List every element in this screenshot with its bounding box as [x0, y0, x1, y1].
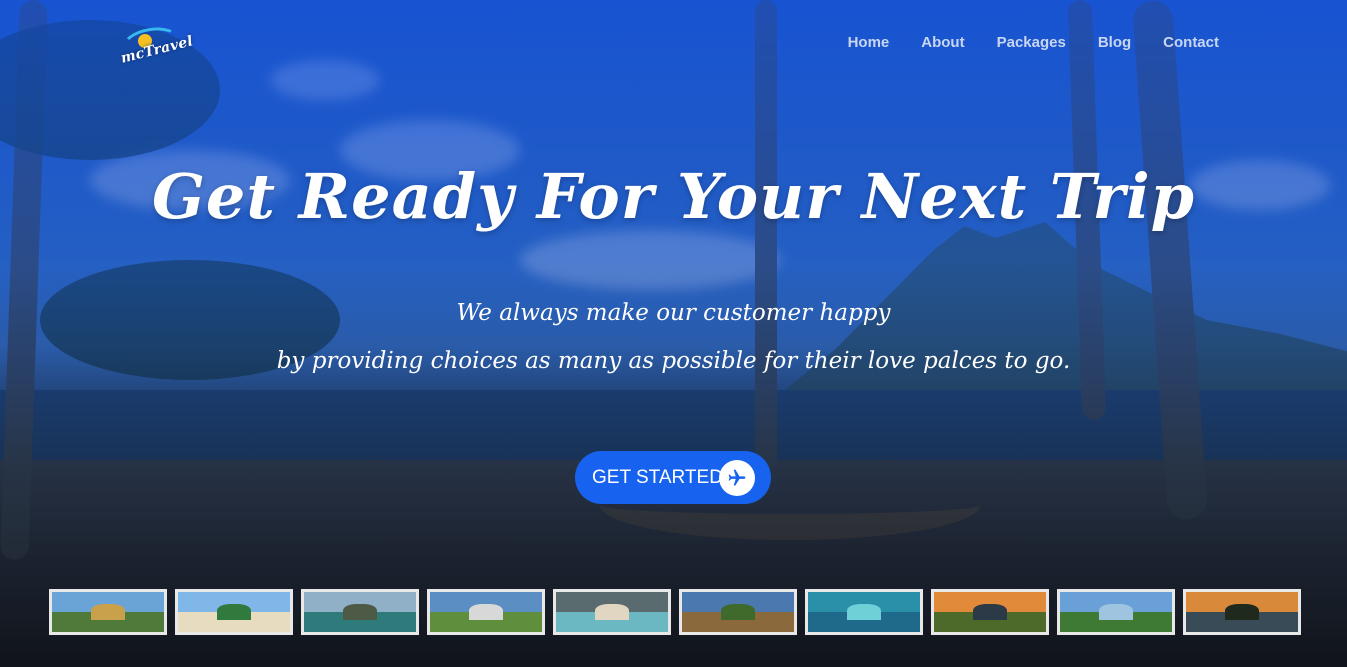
hero-title: Get Ready For Your Next Trip — [151, 160, 1195, 233]
thumbnail-feature — [1225, 604, 1259, 620]
nav-home[interactable]: Home — [848, 34, 890, 51]
get-started-button[interactable]: GET STARTED — [575, 451, 771, 504]
blue-overlay — [0, 0, 1347, 667]
hero-subtitle-line2: by providing choices as many as possible… — [276, 348, 1071, 374]
thumbnail-feature — [721, 604, 755, 620]
nav-about[interactable]: About — [921, 34, 964, 51]
thumbnail-feature — [217, 604, 251, 620]
thumbnail-lagoon-cliffs[interactable] — [301, 589, 419, 635]
thumbnail-chocolate-hills[interactable] — [679, 589, 797, 635]
thumbnail-beach-umbrellas[interactable] — [175, 589, 293, 635]
thumbnail-feature — [343, 604, 377, 620]
hero-background — [0, 0, 1347, 667]
get-started-label: GET STARTED — [592, 466, 723, 488]
airplane-icon — [719, 460, 755, 496]
thumbnail-island-cove[interactable] — [553, 589, 671, 635]
destination-thumbnails — [49, 589, 1301, 635]
nav-contact[interactable]: Contact — [1163, 34, 1219, 51]
thumbnail-sunset-shore[interactable] — [1183, 589, 1301, 635]
thumbnail-reef-aerial[interactable] — [805, 589, 923, 635]
hero-subtitle-line1: We always make our customer happy — [456, 300, 891, 326]
brand-logo[interactable]: mcTravel — [116, 23, 195, 68]
thumbnail-feature — [91, 604, 125, 620]
thumbnail-lighthouse[interactable] — [427, 589, 545, 635]
thumbnail-volcano-sunset[interactable] — [931, 589, 1049, 635]
thumbnail-feature — [847, 604, 881, 620]
thumbnail-feature — [973, 604, 1007, 620]
main-nav: Home About Packages Blog Contact — [848, 34, 1219, 51]
thumbnail-rice-terraces[interactable] — [49, 589, 167, 635]
thumbnail-feature — [469, 604, 503, 620]
nav-packages[interactable]: Packages — [997, 34, 1066, 51]
thumbnail-hill-view[interactable] — [1057, 589, 1175, 635]
thumbnail-feature — [1099, 604, 1133, 620]
thumbnail-feature — [595, 604, 629, 620]
nav-blog[interactable]: Blog — [1098, 34, 1131, 51]
